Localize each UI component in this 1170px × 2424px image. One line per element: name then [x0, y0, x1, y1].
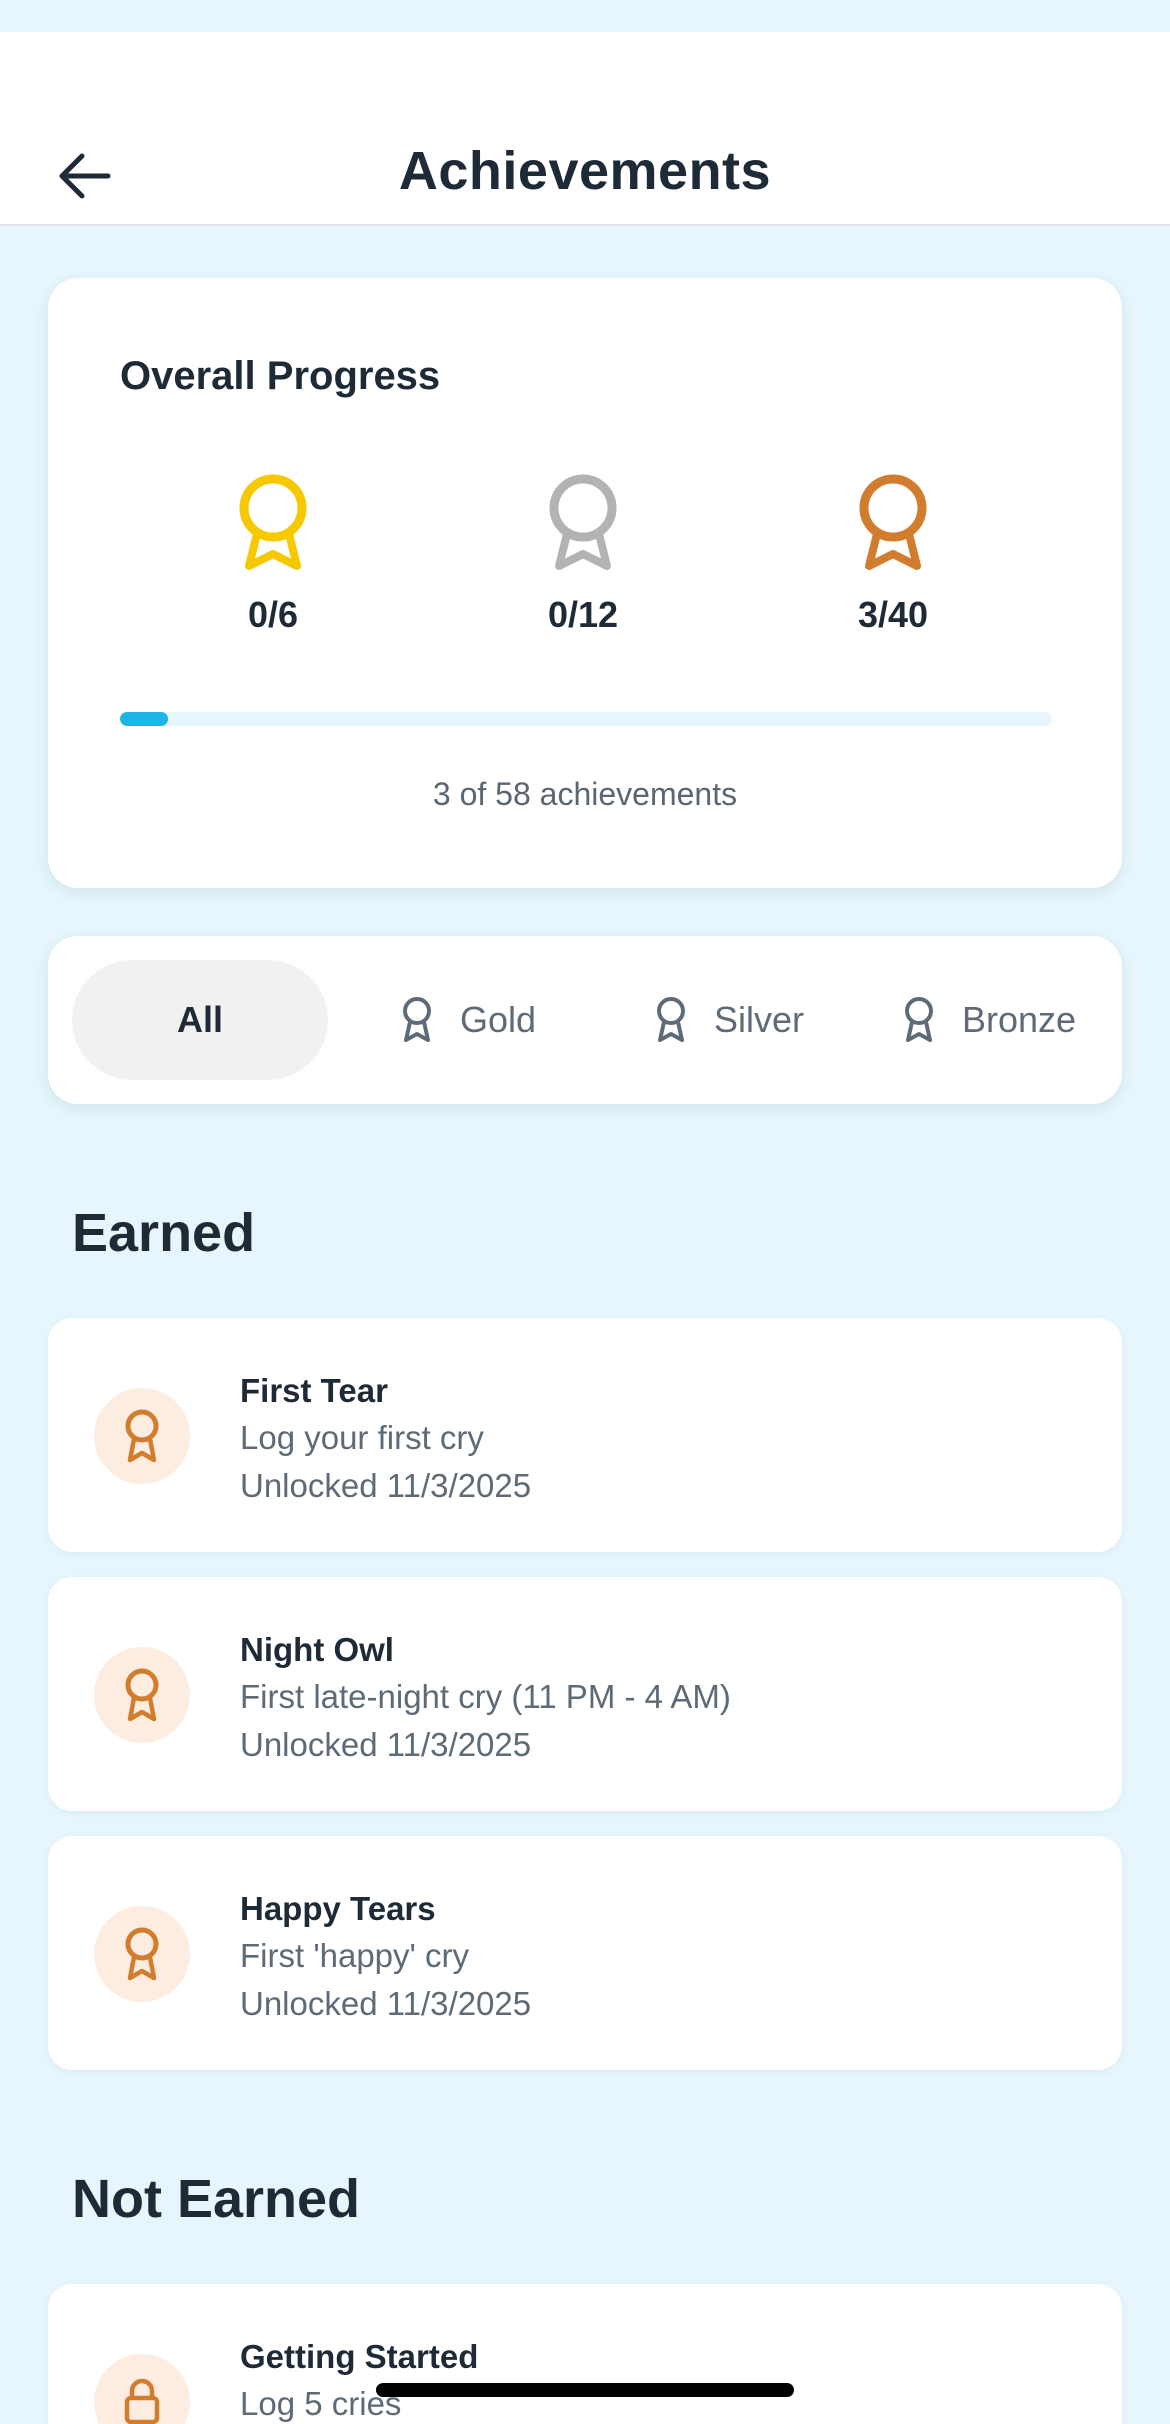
overall-progress-card: Overall Progress 0/6 0/12 3/40 3 of 58 a… [48, 278, 1122, 888]
achievement-card[interactable]: First Tear Log your first cry Unlocked 1… [48, 1318, 1122, 1552]
progress-title: Overall Progress [120, 354, 441, 398]
achievement-unlock-date: Unlocked 11/3/2025 [240, 1467, 532, 1504]
gold-medal-icon [239, 474, 307, 570]
achievement-description: Log your first cry [240, 1419, 484, 1456]
progress-bar [120, 712, 1052, 726]
filter-tab-all-label: All [176, 999, 223, 1040]
achievement-icon-bg [94, 1906, 190, 2002]
filter-bar: All Gold Silver Bronze [48, 936, 1122, 1104]
filter-tab-gold[interactable]: Gold [358, 960, 578, 1080]
silver-count: 0/12 [547, 594, 619, 635]
home-indicator [376, 2383, 794, 2397]
filter-tab-bronze[interactable]: Bronze [864, 960, 1114, 1080]
achievement-title: Getting Started [240, 2338, 479, 2375]
achievement-title: Happy Tears [240, 1890, 436, 1927]
achievement-unlock-date: Unlocked 11/3/2025 [240, 1985, 532, 2022]
silver-stat: 0/12 [483, 474, 683, 636]
achievement-icon-bg [94, 1388, 190, 1484]
bronze-medal-icon [859, 474, 927, 570]
filter-tab-silver-label: Silver [713, 999, 805, 1040]
progress-bar-fill [120, 712, 169, 726]
lock-icon [124, 2378, 160, 2424]
silver-medal-icon [549, 474, 617, 570]
bronze-count: 3/40 [857, 594, 929, 635]
achievement-card-locked[interactable]: Getting Started Log 5 cries [48, 2284, 1122, 2424]
earned-heading: Earned [72, 1203, 256, 1263]
filter-tab-gold-label: Gold [459, 999, 537, 1040]
achievement-icon-bg [94, 2354, 190, 2424]
gold-stat: 0/6 [173, 474, 373, 636]
medal-outline-icon [656, 997, 685, 1042]
filter-tab-silver[interactable]: Silver [604, 960, 854, 1080]
filter-tab-all[interactable]: All [72, 960, 328, 1080]
achievement-description: First late-night cry (11 PM - 4 AM) [240, 1678, 731, 1715]
achievement-unlock-date: Unlocked 11/3/2025 [240, 1726, 532, 1763]
progress-caption: 3 of 58 achievements [432, 776, 738, 812]
not-earned-heading: Not Earned [72, 2169, 361, 2229]
medal-outline-icon [904, 997, 933, 1042]
bronze-medal-icon [125, 1409, 159, 1463]
page-title: Achievements [398, 141, 772, 201]
achievement-icon-bg [94, 1647, 190, 1743]
bronze-stat: 3/40 [793, 474, 993, 636]
achievements-screen: Achievements Overall Progress 0/6 0/12 3… [0, 0, 1170, 2424]
achievement-title: Night Owl [240, 1631, 394, 1668]
bronze-medal-icon [125, 1668, 159, 1722]
achievement-title: First Tear [240, 1372, 388, 1409]
filter-tab-bronze-label: Bronze [961, 999, 1077, 1040]
bronze-medal-icon [125, 1927, 159, 1981]
achievement-card[interactable]: Happy Tears First 'happy' cry Unlocked 1… [48, 1836, 1122, 2070]
header: Achievements [0, 32, 1170, 226]
medal-outline-icon [402, 997, 431, 1042]
gold-count: 0/6 [247, 594, 299, 635]
achievement-description: First 'happy' cry [240, 1937, 469, 1974]
achievement-card[interactable]: Night Owl First late-night cry (11 PM - … [48, 1577, 1122, 1811]
